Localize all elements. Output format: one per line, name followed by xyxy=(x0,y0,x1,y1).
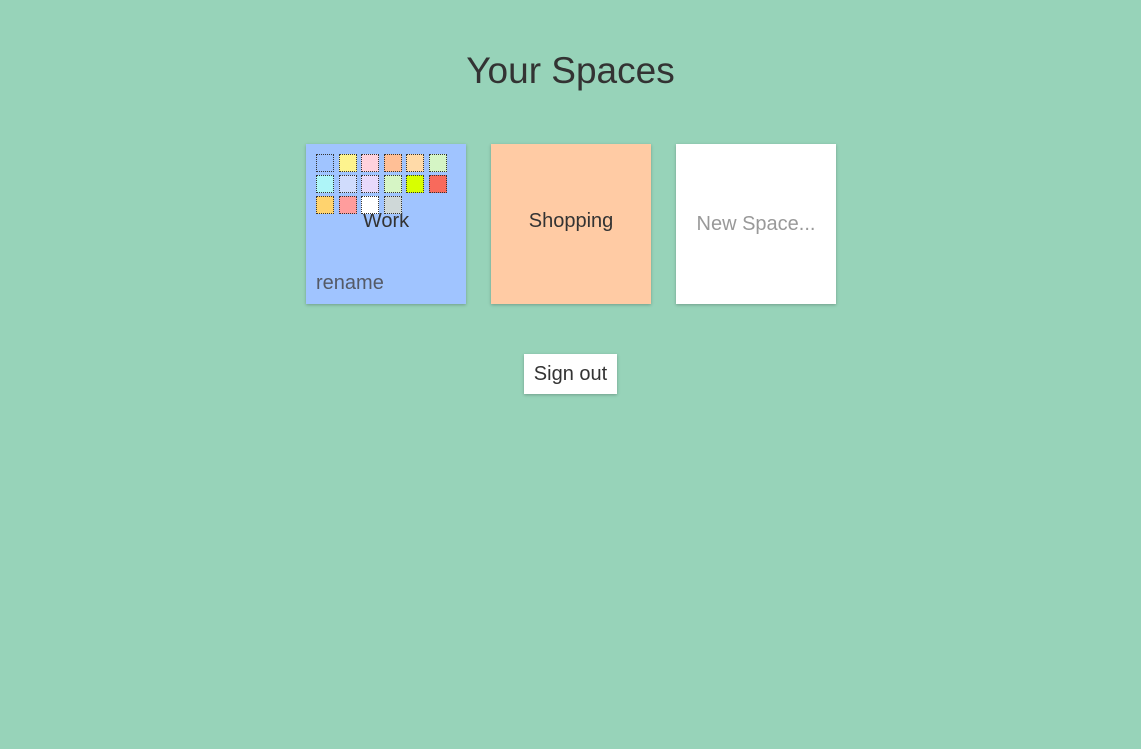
color-swatch[interactable] xyxy=(316,175,334,193)
page-title: Your Spaces xyxy=(466,50,675,91)
color-swatch[interactable] xyxy=(428,175,447,193)
rename-link[interactable]: rename xyxy=(316,272,384,295)
color-swatch[interactable] xyxy=(338,154,357,172)
color-swatch[interactable] xyxy=(316,154,334,172)
color-swatch[interactable] xyxy=(316,196,334,214)
color-swatch[interactable] xyxy=(383,175,402,193)
color-swatch[interactable] xyxy=(383,154,402,172)
new-space-card[interactable] xyxy=(676,144,836,304)
color-swatch[interactable] xyxy=(383,196,402,214)
color-swatch[interactable] xyxy=(406,175,424,193)
color-swatch[interactable] xyxy=(338,196,357,214)
sign-out-button[interactable]: Sign out xyxy=(524,354,617,394)
spaces-page: Your Spaces Work rename Shopping Sign ou… xyxy=(0,0,1141,749)
spaces-list: Work rename Shopping xyxy=(306,144,836,304)
color-swatch[interactable] xyxy=(361,175,379,193)
color-swatch[interactable] xyxy=(428,154,447,172)
space-name: Shopping xyxy=(528,210,614,232)
color-swatch[interactable] xyxy=(361,154,379,172)
color-swatch[interactable] xyxy=(338,175,357,193)
color-swatch[interactable] xyxy=(406,154,424,172)
color-swatch[interactable] xyxy=(361,196,379,214)
space-card-work[interactable]: Work rename xyxy=(306,144,466,304)
color-palette xyxy=(316,154,452,214)
new-space-input[interactable] xyxy=(676,144,836,304)
space-card-shopping[interactable]: Shopping xyxy=(491,144,651,304)
